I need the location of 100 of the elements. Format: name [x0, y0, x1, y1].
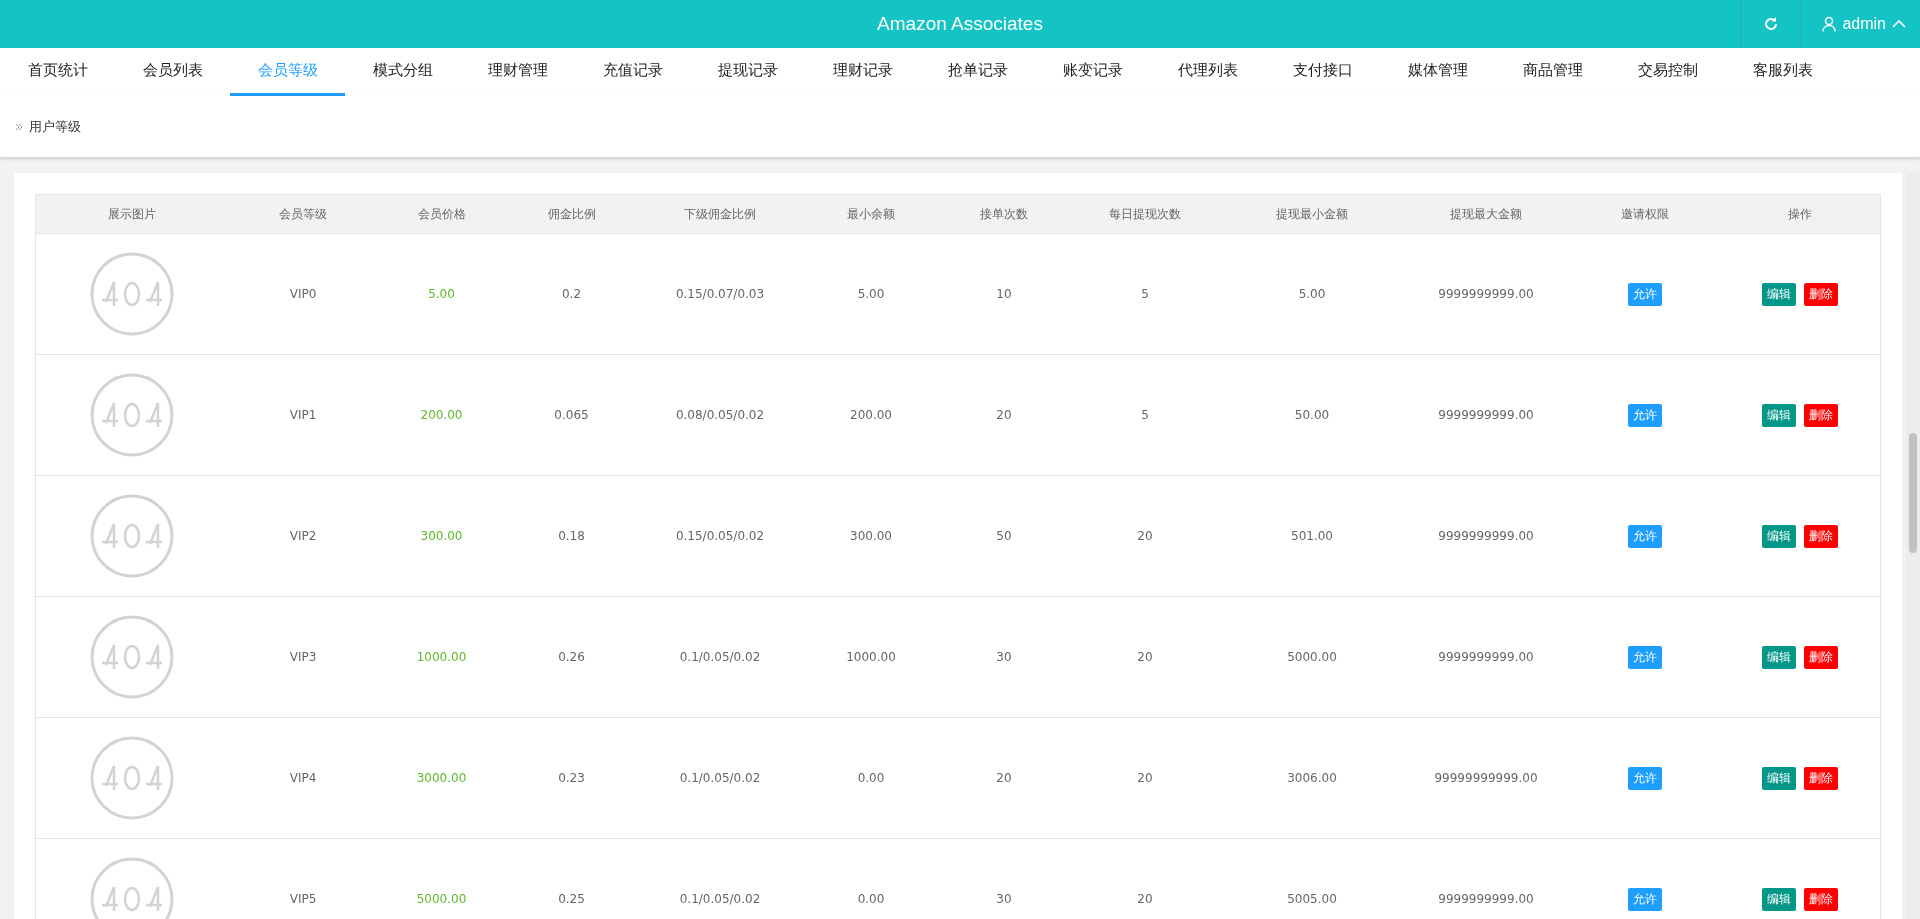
withdraw-min-cell: 5.00	[1298, 287, 1326, 301]
nav-tab[interactable]: 会员列表	[115, 48, 230, 96]
withdraw-min-cell: 50.00	[1294, 408, 1330, 422]
min-balance-cell: 1000.00	[846, 650, 896, 664]
edit-button[interactable]: 编辑	[1761, 887, 1796, 911]
column-header: 佣金比例	[547, 205, 596, 223]
min-balance-cell: 200.00	[850, 408, 892, 422]
chevron-icon	[15, 122, 23, 131]
edit-button[interactable]: 编辑	[1761, 282, 1796, 306]
commission-cell: 0.065	[554, 408, 589, 422]
daily-withdrawals-cell: 5	[1141, 287, 1149, 301]
daily-withdrawals-cell: 20	[1137, 771, 1153, 785]
sub-commission-cell: 0.1/0.05/0.02	[679, 892, 761, 906]
daily-withdrawals-cell: 20	[1137, 650, 1153, 664]
withdraw-max-cell: 9999999999.00	[1438, 287, 1534, 301]
nav-tab[interactable]: 客服列表	[1725, 48, 1840, 96]
delete-button[interactable]: 删除	[1803, 645, 1838, 669]
edit-button[interactable]: 编辑	[1761, 524, 1796, 548]
nav-tab[interactable]: 抢单记录	[920, 48, 1035, 96]
commission-cell: 0.25	[558, 892, 585, 906]
column-header: 每日提现次数	[1109, 205, 1181, 223]
column-header: 会员等级	[279, 205, 327, 223]
delete-button[interactable]: 删除	[1803, 403, 1838, 427]
withdraw-min-cell: 5005.00	[1287, 892, 1337, 906]
price-cell: 300.00	[420, 529, 463, 543]
nav-tab[interactable]: 模式分组	[345, 48, 460, 96]
level-cell: VIP0	[289, 287, 317, 301]
column-header: 下级佣金比例	[684, 205, 756, 223]
column-header: 提现最大金额	[1450, 205, 1522, 223]
commission-cell: 0.23	[558, 771, 585, 785]
commission-cell: 0.18	[558, 529, 585, 543]
price-cell: 200.00	[420, 408, 463, 422]
permission-badge: 允许	[1628, 887, 1662, 911]
delete-button[interactable]: 删除	[1803, 282, 1838, 306]
nav-tab[interactable]: 账变记录	[1035, 48, 1150, 96]
permission-badge: 允许	[1628, 766, 1662, 790]
permission-badge: 允许	[1628, 403, 1662, 427]
orders-cell: 20	[996, 771, 1012, 785]
price-cell: 5000.00	[416, 892, 467, 906]
orders-cell: 30	[996, 650, 1012, 664]
price-cell: 1000.00	[416, 650, 467, 664]
nav-tab[interactable]: 理财管理	[460, 48, 575, 96]
permission-badge: 允许	[1628, 645, 1662, 669]
level-cell: VIP3	[289, 650, 317, 664]
column-header: 接单次数	[980, 205, 1028, 223]
caret-icon	[1892, 19, 1906, 29]
price-cell: 5.00	[428, 287, 455, 301]
withdraw-max-cell: 9999999999.00	[1438, 408, 1534, 422]
withdraw-max-cell: 9999999999.00	[1438, 650, 1534, 664]
level-cell: VIP4	[289, 771, 317, 785]
orders-cell: 20	[996, 408, 1012, 422]
column-header: 会员价格	[417, 205, 466, 223]
column-header: 最小余额	[847, 205, 895, 223]
nav-tab[interactable]: 首页统计	[0, 48, 115, 96]
delete-button[interactable]: 删除	[1803, 887, 1838, 911]
orders-cell: 30	[996, 892, 1012, 906]
sub-commission-cell: 0.15/0.07/0.03	[675, 287, 765, 301]
nav-tab[interactable]: 理财记录	[805, 48, 920, 96]
edit-button[interactable]: 编辑	[1761, 403, 1796, 427]
min-balance-cell: 0.00	[857, 892, 885, 906]
orders-cell: 10	[996, 287, 1012, 301]
nav-tab[interactable]: 支付接口	[1265, 48, 1380, 96]
sub-commission-cell: 0.15/0.05/0.02	[675, 529, 765, 543]
nav-tab[interactable]: 代理列表	[1150, 48, 1265, 96]
column-header: 操作	[1787, 205, 1812, 223]
column-header: 展示图片	[107, 205, 156, 223]
withdraw-max-cell: 9999999999.00	[1438, 529, 1534, 543]
edit-button[interactable]: 编辑	[1761, 766, 1796, 790]
nav-tab[interactable]: 媒体管理	[1380, 48, 1495, 96]
withdraw-min-cell: 501.00	[1291, 529, 1333, 543]
nav-tab[interactable]: 交易控制	[1610, 48, 1725, 96]
delete-button[interactable]: 删除	[1803, 766, 1838, 790]
sub-commission-cell: 0.1/0.05/0.02	[679, 771, 761, 785]
nav-tab[interactable]: 商品管理	[1495, 48, 1610, 96]
scrollbar[interactable]	[1906, 173, 1920, 919]
min-balance-cell: 300.00	[850, 529, 892, 543]
withdraw-max-cell: 9999999999.00	[1438, 892, 1534, 906]
permission-badge: 允许	[1628, 524, 1662, 548]
min-balance-cell: 0.00	[857, 771, 885, 785]
orders-cell: 50	[996, 529, 1012, 543]
nav-tab[interactable]: 充值记录	[575, 48, 690, 96]
permission-badge: 允许	[1628, 282, 1662, 306]
breadcrumb-item[interactable]: 用户等级	[29, 117, 81, 136]
delete-button[interactable]: 删除	[1803, 524, 1838, 548]
app-title: Amazon Associates	[877, 13, 1043, 35]
daily-withdrawals-cell: 5	[1141, 408, 1149, 422]
level-cell: VIP5	[289, 892, 317, 906]
nav-tab[interactable]: 提现记录	[690, 48, 805, 96]
level-cell: VIP1	[289, 408, 317, 422]
edit-button[interactable]: 编辑	[1761, 645, 1796, 669]
column-header: 提现最小金额	[1276, 205, 1348, 223]
column-header: 邀请权限	[1621, 205, 1669, 223]
daily-withdrawals-cell: 20	[1137, 892, 1153, 906]
min-balance-cell: 5.00	[857, 287, 885, 301]
sub-commission-cell: 0.08/0.05/0.02	[675, 408, 765, 422]
level-cell: VIP2	[289, 529, 317, 543]
sub-commission-cell: 0.1/0.05/0.02	[679, 650, 761, 664]
commission-cell: 0.26	[558, 650, 585, 664]
withdraw-max-cell: 99999999999.00	[1434, 771, 1538, 785]
commission-cell: 0.2	[561, 287, 582, 301]
